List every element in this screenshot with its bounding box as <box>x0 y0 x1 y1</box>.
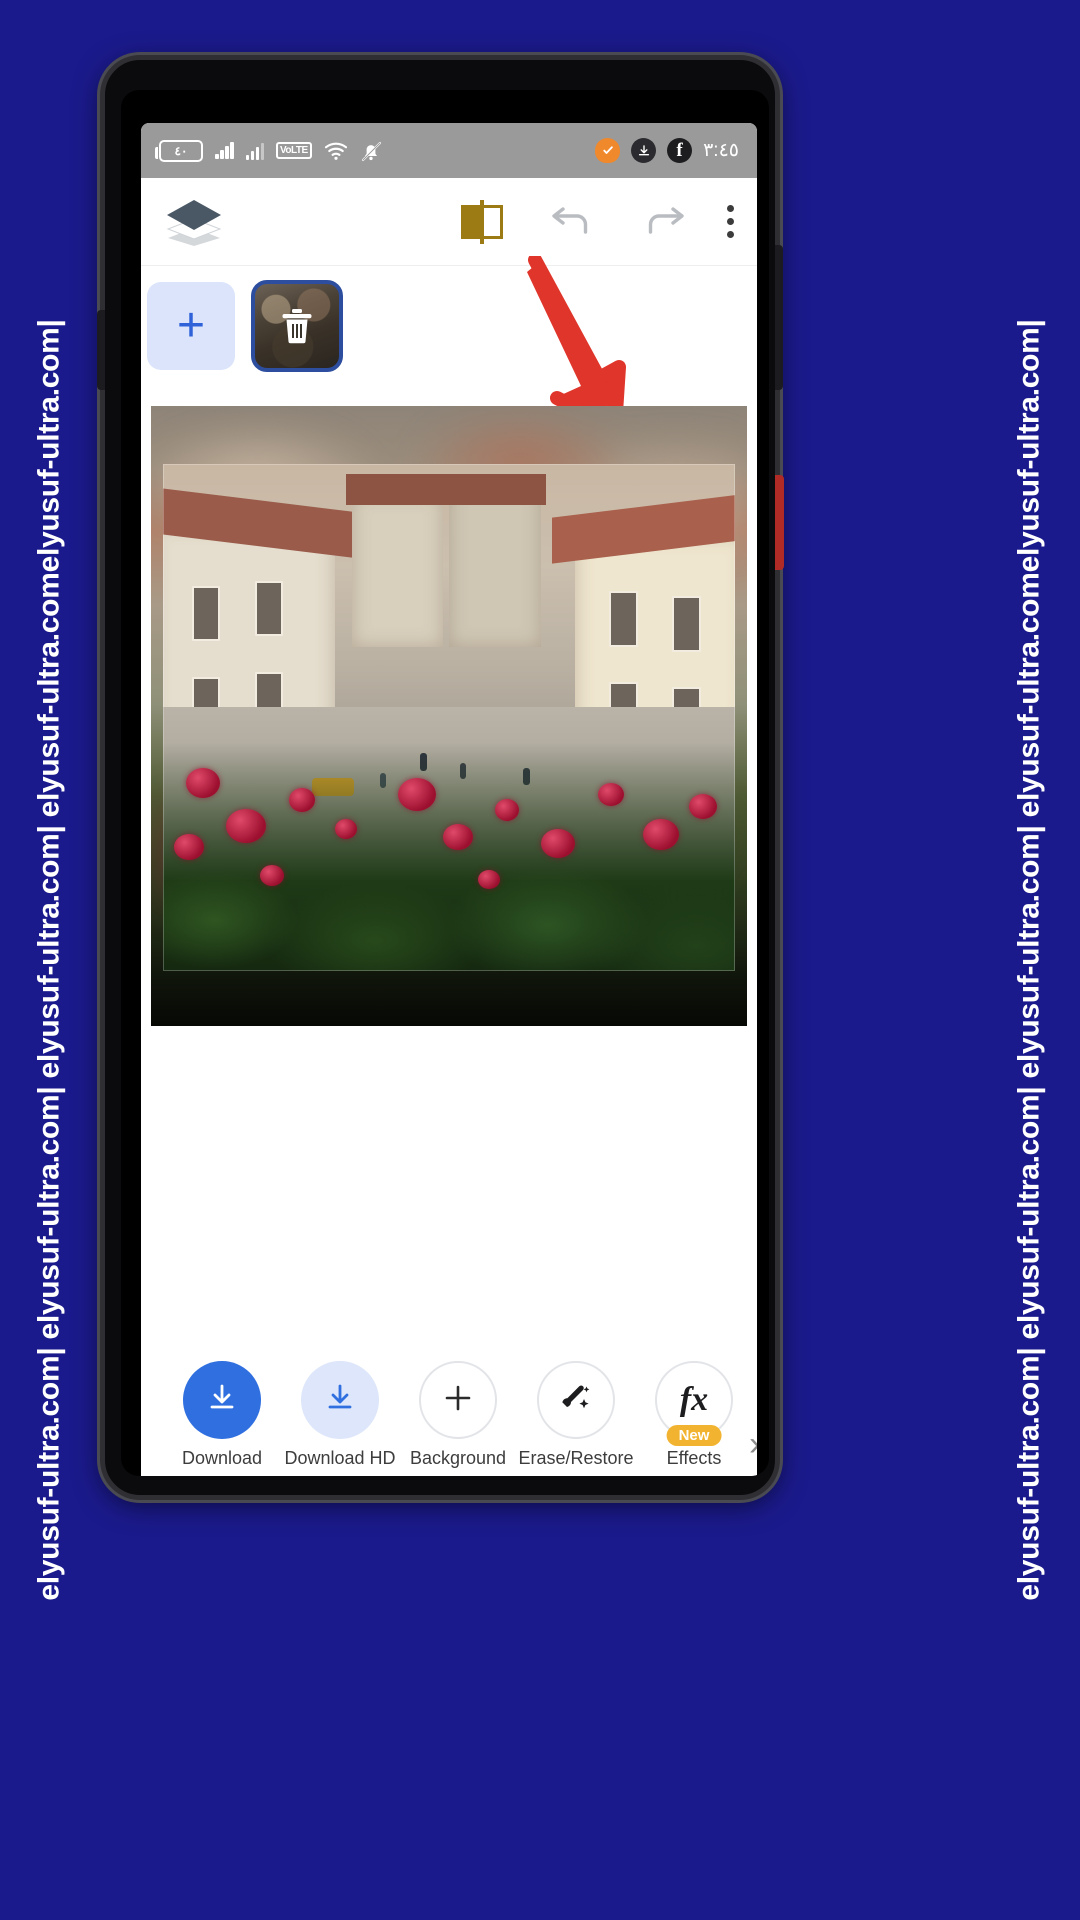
erase-restore-button[interactable] <box>537 1361 615 1439</box>
signal-bars-icon <box>215 141 234 159</box>
background-button[interactable] <box>419 1361 497 1439</box>
layers-button[interactable] <box>163 198 225 246</box>
action-label: Erase/Restore <box>518 1448 634 1468</box>
new-badge: New <box>666 1425 722 1446</box>
download-icon <box>205 1381 239 1420</box>
photo-foreground <box>163 464 735 971</box>
plus-icon <box>441 1381 475 1420</box>
download-status-icon <box>631 138 657 163</box>
action-download[interactable]: Download <box>163 1361 281 1469</box>
watermark-left: elyusuf-ultra.com| elyusuf-ultra.com| el… <box>0 0 100 1920</box>
volume-button[interactable] <box>775 245 783 390</box>
layers-icon <box>163 198 225 246</box>
undo-button[interactable] <box>549 199 595 244</box>
status-bar: ٤٠ VoLTE f ٣:٤٥ <box>141 123 757 178</box>
compare-split-icon <box>461 199 503 244</box>
compare-button[interactable] <box>461 199 503 244</box>
plus-icon: + <box>176 299 206 352</box>
layer-strip: + <box>141 266 757 386</box>
magic-eraser-icon <box>558 1380 594 1421</box>
action-label: Background <box>409 1448 507 1468</box>
battery-level-label: ٤٠ <box>174 143 188 158</box>
action-label: Download <box>181 1448 263 1468</box>
status-time: ٣:٤٥ <box>703 140 739 161</box>
image-canvas[interactable] <box>151 253 747 1026</box>
watermark-left-text: elyusuf-ultra.com| elyusuf-ultra.com| el… <box>33 319 67 1601</box>
phone-bezel: ٤٠ VoLTE f ٣:٤٥ + Download Download HD B… <box>121 90 769 1476</box>
watermark-right-text: elyusuf-ultra.com| elyusuf-ultra.com| el… <box>1013 319 1047 1601</box>
shield-icon <box>595 138 621 163</box>
action-erase-restore[interactable]: Erase/Restore <box>517 1361 635 1469</box>
action-label: Effects <box>666 1448 722 1468</box>
download-hd-button[interactable] <box>301 1361 379 1439</box>
app-toolbar <box>141 178 757 266</box>
fx-icon: fx <box>679 1381 709 1418</box>
edited-photo[interactable] <box>151 406 747 1026</box>
bottom-action-bar: Download Download HD Background Erase/Re… <box>141 1343 757 1476</box>
download-hd-icon <box>323 1381 357 1420</box>
add-layer-button[interactable]: + <box>147 282 235 370</box>
bell-muted-icon <box>360 140 381 162</box>
side-button[interactable] <box>97 310 105 390</box>
action-label: Download HD <box>284 1448 396 1468</box>
battery-icon: ٤٠ <box>155 139 203 162</box>
redo-icon <box>641 199 687 244</box>
action-background[interactable]: Background <box>399 1361 517 1469</box>
phone-frame: ٤٠ VoLTE f ٣:٤٥ + Download Download HD B… <box>97 55 784 1500</box>
next-actions-chevron-icon[interactable]: › <box>749 1425 757 1464</box>
phone-screen: ٤٠ VoLTE f ٣:٤٥ + Download Download HD B… <box>141 123 757 1476</box>
wifi-icon <box>324 141 348 161</box>
download-button[interactable] <box>183 1361 261 1439</box>
volte-icon: VoLTE <box>276 142 312 159</box>
overflow-menu-icon <box>725 205 735 238</box>
signal-bars-icon-2 <box>245 142 264 160</box>
power-button[interactable] <box>775 475 784 570</box>
effects-button[interactable]: fx New <box>655 1361 733 1446</box>
facebook-icon: f <box>667 138 693 163</box>
overflow-menu-button[interactable] <box>725 205 735 238</box>
undo-icon <box>549 199 595 244</box>
trash-icon[interactable] <box>280 307 314 345</box>
redo-button[interactable] <box>641 199 687 244</box>
action-download-hd[interactable]: Download HD <box>281 1361 399 1469</box>
action-effects[interactable]: fx New Effects <box>635 1361 753 1469</box>
watermark-right: elyusuf-ultra.com| elyusuf-ultra.com| el… <box>980 0 1080 1920</box>
facebook-glyph: f <box>676 140 683 161</box>
layer-thumbnail-selected[interactable] <box>251 280 343 372</box>
